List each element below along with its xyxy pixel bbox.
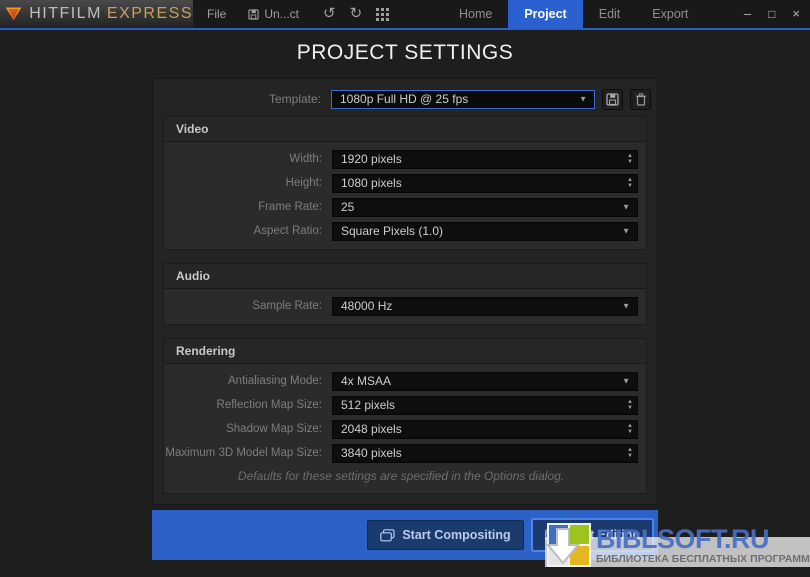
max-3d-model-map-value: 3840 pixels — [341, 446, 402, 460]
hitfilm-window: HITFILMEXPRESS File Un...ct ↺ ↻ — [0, 0, 810, 577]
panels-grid-button[interactable] — [376, 8, 389, 21]
hitfilm-triangle-icon — [5, 4, 22, 24]
chevron-down-icon: ▼ — [622, 377, 630, 386]
tab-home[interactable]: Home — [443, 0, 508, 28]
tab-project[interactable]: Project — [508, 0, 582, 28]
antialiasing-value: 4x MSAA — [341, 374, 391, 388]
close-icon[interactable]: × — [792, 0, 800, 28]
shadow-map-stepper[interactable]: ▲▼ — [627, 423, 633, 435]
width-row: Width: 1920 pixels ▲▼ — [164, 147, 638, 171]
app-title: HITFILMEXPRESS — [29, 5, 193, 23]
audio-section: Audio Sample Rate: 48000 Hz ▼ — [163, 263, 647, 325]
project-screen: PROJECT SETTINGS Template: 1080p Full HD… — [0, 30, 810, 577]
page-title: PROJECT SETTINGS — [0, 30, 810, 65]
max-3d-model-map-row: Maximum 3D Model Map Size: 3840 pixels ▲… — [164, 441, 638, 465]
sample-rate-value: 48000 Hz — [341, 299, 392, 313]
shadow-map-row: Shadow Map Size: 2048 pixels ▲▼ — [164, 417, 638, 441]
aspect-ratio-select[interactable]: Square Pixels (1.0) ▼ — [332, 222, 638, 241]
width-value: 1920 pixels — [341, 152, 402, 166]
template-select[interactable]: 1080p Full HD @ 25 fps ▼ — [331, 90, 595, 109]
undo-button[interactable]: ↺ — [323, 0, 336, 28]
sample-rate-select[interactable]: 48000 Hz ▼ — [332, 297, 638, 316]
tab-export[interactable]: Export — [636, 0, 704, 28]
file-menu[interactable]: File — [207, 7, 226, 21]
template-label: Template: — [153, 92, 331, 106]
tab-edit[interactable]: Edit — [583, 0, 637, 28]
height-stepper[interactable]: ▲▼ — [627, 177, 633, 189]
frame-rate-label: Frame Rate: — [164, 201, 332, 213]
aspect-ratio-label: Aspect Ratio: — [164, 225, 332, 237]
aspect-ratio-value: Square Pixels (1.0) — [341, 224, 443, 238]
aspect-ratio-row: Aspect Ratio: Square Pixels (1.0) ▼ — [164, 219, 638, 243]
video-section: Video Width: 1920 pixels ▲▼ Height: 1080… — [163, 116, 647, 250]
video-section-header: Video — [164, 117, 646, 142]
rendering-section: Rendering Antialiasing Mode: 4x MSAA ▼ R… — [163, 338, 647, 494]
titlebar: HITFILMEXPRESS File Un...ct ↺ ↻ — [0, 0, 810, 28]
max-3d-model-map-input[interactable]: 3840 pixels ▲▼ — [332, 444, 638, 463]
shadow-map-input[interactable]: 2048 pixels ▲▼ — [332, 420, 638, 439]
height-label: Height: — [164, 177, 332, 189]
project-settings-panel: Template: 1080p Full HD @ 25 fps ▼ — [152, 78, 658, 505]
frame-rate-row: Frame Rate: 25 ▼ — [164, 195, 638, 219]
watermark-tagline: БИБЛИОТЕКА БЕСПЛАТНЫХ ПРОГРАММ — [596, 553, 810, 565]
audio-section-header: Audio — [164, 264, 646, 289]
app-logo: HITFILMEXPRESS — [0, 0, 193, 28]
download-arrow-icon — [545, 527, 585, 567]
delete-template-button[interactable] — [630, 89, 651, 110]
rendering-section-header: Rendering — [164, 339, 646, 364]
height-input[interactable]: 1080 pixels ▲▼ — [332, 174, 638, 193]
reflection-map-label: Reflection Map Size: — [164, 399, 332, 411]
quick-toolbar: File Un...ct ↺ ↻ — [207, 0, 389, 28]
chevron-down-icon: ▼ — [579, 95, 587, 104]
workspace-tabs: Home Project Edit Export — [443, 0, 704, 28]
shadow-map-label: Shadow Map Size: — [164, 423, 332, 435]
antialiasing-select[interactable]: 4x MSAA ▼ — [332, 372, 638, 391]
layers-icon — [380, 529, 395, 542]
frame-rate-value: 25 — [341, 200, 354, 214]
save-project-button[interactable]: Un...ct — [248, 7, 299, 21]
defaults-note: Defaults for these settings are specifie… — [164, 465, 638, 487]
reflection-map-input[interactable]: 512 pixels ▲▼ — [332, 396, 638, 415]
reflection-map-row: Reflection Map Size: 512 pixels ▲▼ — [164, 393, 638, 417]
maximize-icon[interactable]: □ — [768, 0, 775, 28]
template-value: 1080p Full HD @ 25 fps — [340, 92, 468, 106]
max-3d-model-map-label: Maximum 3D Model Map Size: — [164, 447, 332, 459]
width-input[interactable]: 1920 pixels ▲▼ — [332, 150, 638, 169]
watermark-site: BIBLSOFT.RU — [596, 526, 810, 553]
shadow-map-value: 2048 pixels — [341, 422, 402, 436]
window-controls: – □ × — [744, 0, 800, 28]
redo-button[interactable]: ↻ — [350, 0, 363, 28]
frame-rate-select[interactable]: 25 ▼ — [332, 198, 638, 217]
height-value: 1080 pixels — [341, 176, 402, 190]
watermark: BIBLSOFT.RU БИБЛИОТЕКА БЕСПЛАТНЫХ ПРОГРА… — [545, 522, 810, 572]
save-template-button[interactable] — [602, 89, 623, 110]
chevron-down-icon: ▼ — [622, 302, 630, 311]
reflection-map-stepper[interactable]: ▲▼ — [627, 399, 633, 411]
start-compositing-button[interactable]: Start Compositing — [367, 520, 523, 550]
grid-icon — [376, 8, 389, 21]
max-3d-model-map-stepper[interactable]: ▲▼ — [627, 447, 633, 459]
antialiasing-row: Antialiasing Mode: 4x MSAA ▼ — [164, 369, 638, 393]
template-row: Template: 1080p Full HD @ 25 fps ▼ — [153, 82, 657, 116]
reflection-map-value: 512 pixels — [341, 398, 395, 412]
watermark-text: BIBLSOFT.RU БИБЛИОТЕКА БЕСПЛАТНЫХ ПРОГРА… — [596, 526, 810, 565]
trash-icon — [635, 93, 647, 106]
width-label: Width: — [164, 153, 332, 165]
floppy-icon — [606, 93, 619, 106]
sample-rate-label: Sample Rate: — [164, 300, 332, 312]
sample-rate-row: Sample Rate: 48000 Hz ▼ — [164, 294, 638, 318]
antialiasing-label: Antialiasing Mode: — [164, 375, 332, 387]
chevron-down-icon: ▼ — [622, 227, 630, 236]
start-compositing-label: Start Compositing — [402, 528, 510, 542]
minimize-icon[interactable]: – — [744, 0, 751, 28]
floppy-icon — [248, 9, 259, 20]
width-stepper[interactable]: ▲▼ — [627, 153, 633, 165]
height-row: Height: 1080 pixels ▲▼ — [164, 171, 638, 195]
chevron-down-icon: ▼ — [622, 203, 630, 212]
